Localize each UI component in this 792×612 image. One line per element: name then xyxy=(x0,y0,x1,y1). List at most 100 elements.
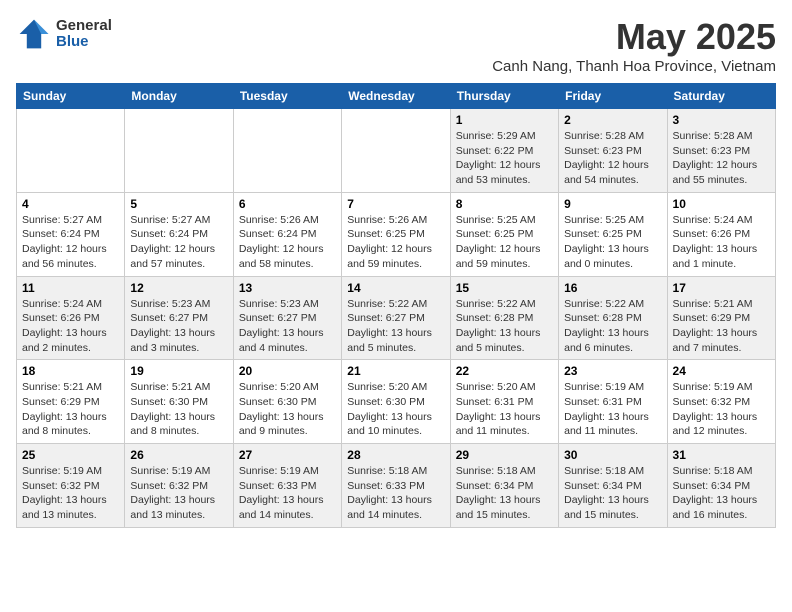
day-number: 9 xyxy=(564,197,661,211)
calendar-week-row: 4 Sunrise: 5:27 AM Sunset: 6:24 PM Daylig… xyxy=(17,192,776,276)
day-info: Sunrise: 5:19 AM Sunset: 6:32 PM Dayligh… xyxy=(22,464,119,523)
day-number: 26 xyxy=(130,448,227,462)
day-number: 11 xyxy=(22,281,119,295)
day-info: Sunrise: 5:20 AM Sunset: 6:31 PM Dayligh… xyxy=(456,380,553,439)
weekday-header: Saturday xyxy=(667,84,775,109)
day-number: 22 xyxy=(456,364,553,378)
day-number: 29 xyxy=(456,448,553,462)
day-number: 13 xyxy=(239,281,336,295)
calendar-cell xyxy=(17,109,125,193)
calendar-cell: 18 Sunrise: 5:21 AM Sunset: 6:29 PM Dayli… xyxy=(17,360,125,444)
day-number: 31 xyxy=(673,448,770,462)
calendar-cell: 28Sunrise: 5:18 AM Sunset: 6:33 PM Dayli… xyxy=(342,444,450,528)
day-info: Sunrise: 5:18 AM Sunset: 6:34 PM Dayligh… xyxy=(673,464,770,523)
calendar-cell xyxy=(125,109,233,193)
day-info: Sunrise: 5:24 AM Sunset: 6:26 PM Dayligh… xyxy=(22,297,119,356)
calendar-cell: 3 Sunrise: 5:28 AM Sunset: 6:23 PM Daylig… xyxy=(667,109,775,193)
day-info: Sunrise: 5:19 AM Sunset: 6:33 PM Dayligh… xyxy=(239,464,336,523)
calendar-cell: 22 Sunrise: 5:20 AM Sunset: 6:31 PM Dayli… xyxy=(450,360,558,444)
calendar-cell: 1Sunrise: 5:29 AM Sunset: 6:22 PM Daylig… xyxy=(450,109,558,193)
calendar-cell: 2Sunrise: 5:28 AM Sunset: 6:23 PM Daylig… xyxy=(559,109,667,193)
day-info: Sunrise: 5:27 AM Sunset: 6:24 PM Dayligh… xyxy=(130,213,227,272)
calendar-week-row: 25 Sunrise: 5:19 AM Sunset: 6:32 PM Dayli… xyxy=(17,444,776,528)
day-number: 19 xyxy=(130,364,227,378)
day-info: Sunrise: 5:24 AM Sunset: 6:26 PM Dayligh… xyxy=(673,213,770,272)
day-info: Sunrise: 5:21 AM Sunset: 6:30 PM Dayligh… xyxy=(130,380,227,439)
day-number: 30 xyxy=(564,448,661,462)
day-number: 25 xyxy=(22,448,119,462)
page-header: General Blue May 2025 Canh Nang, Thanh H… xyxy=(16,16,776,75)
calendar-header-row: SundayMondayTuesdayWednesdayThursdayFrid… xyxy=(17,84,776,109)
day-number: 3 xyxy=(673,113,770,127)
day-info: Sunrise: 5:19 AM Sunset: 6:32 PM Dayligh… xyxy=(130,464,227,523)
calendar-table: SundayMondayTuesdayWednesdayThursdayFrid… xyxy=(16,83,776,528)
day-number: 24 xyxy=(673,364,770,378)
day-info: Sunrise: 5:25 AM Sunset: 6:25 PM Dayligh… xyxy=(564,213,661,272)
title-area: May 2025 Canh Nang, Thanh Hoa Province, … xyxy=(492,16,776,75)
calendar-cell: 24Sunrise: 5:19 AM Sunset: 6:32 PM Dayli… xyxy=(667,360,775,444)
calendar-cell: 29Sunrise: 5:18 AM Sunset: 6:34 PM Dayli… xyxy=(450,444,558,528)
day-number: 5 xyxy=(130,197,227,211)
calendar-cell: 21 Sunrise: 5:20 AM Sunset: 6:30 PM Dayli… xyxy=(342,360,450,444)
logo-text: General Blue xyxy=(56,18,112,51)
calendar-week-row: 1Sunrise: 5:29 AM Sunset: 6:22 PM Daylig… xyxy=(17,109,776,193)
calendar-week-row: 18 Sunrise: 5:21 AM Sunset: 6:29 PM Dayli… xyxy=(17,360,776,444)
day-number: 20 xyxy=(239,364,336,378)
day-info: Sunrise: 5:21 AM Sunset: 6:29 PM Dayligh… xyxy=(22,380,119,439)
calendar-cell: 19 Sunrise: 5:21 AM Sunset: 6:30 PM Dayli… xyxy=(125,360,233,444)
weekday-header: Friday xyxy=(559,84,667,109)
logo-icon xyxy=(16,16,52,52)
day-number: 15 xyxy=(456,281,553,295)
day-number: 21 xyxy=(347,364,444,378)
calendar-cell: 17Sunrise: 5:21 AM Sunset: 6:29 PM Dayli… xyxy=(667,276,775,360)
day-info: Sunrise: 5:29 AM Sunset: 6:22 PM Dayligh… xyxy=(456,129,553,188)
day-info: Sunrise: 5:25 AM Sunset: 6:25 PM Dayligh… xyxy=(456,213,553,272)
calendar-cell: 13Sunrise: 5:23 AM Sunset: 6:27 PM Dayli… xyxy=(233,276,341,360)
calendar-cell: 9 Sunrise: 5:25 AM Sunset: 6:25 PM Daylig… xyxy=(559,192,667,276)
calendar-cell: 8Sunrise: 5:25 AM Sunset: 6:25 PM Daylig… xyxy=(450,192,558,276)
logo: General Blue xyxy=(16,16,112,52)
day-info: Sunrise: 5:20 AM Sunset: 6:30 PM Dayligh… xyxy=(347,380,444,439)
day-info: Sunrise: 5:22 AM Sunset: 6:28 PM Dayligh… xyxy=(456,297,553,356)
day-info: Sunrise: 5:26 AM Sunset: 6:25 PM Dayligh… xyxy=(347,213,444,272)
day-info: Sunrise: 5:27 AM Sunset: 6:24 PM Dayligh… xyxy=(22,213,119,272)
day-info: Sunrise: 5:22 AM Sunset: 6:27 PM Dayligh… xyxy=(347,297,444,356)
day-number: 4 xyxy=(22,197,119,211)
calendar-cell: 27 Sunrise: 5:19 AM Sunset: 6:33 PM Dayli… xyxy=(233,444,341,528)
calendar-cell: 6Sunrise: 5:26 AM Sunset: 6:24 PM Daylig… xyxy=(233,192,341,276)
weekday-header: Monday xyxy=(125,84,233,109)
logo-general-label: General xyxy=(56,18,112,35)
day-info: Sunrise: 5:21 AM Sunset: 6:29 PM Dayligh… xyxy=(673,297,770,356)
calendar-cell: 14 Sunrise: 5:22 AM Sunset: 6:27 PM Dayli… xyxy=(342,276,450,360)
day-number: 18 xyxy=(22,364,119,378)
day-number: 16 xyxy=(564,281,661,295)
calendar-cell xyxy=(342,109,450,193)
day-number: 27 xyxy=(239,448,336,462)
day-info: Sunrise: 5:18 AM Sunset: 6:34 PM Dayligh… xyxy=(564,464,661,523)
weekday-header: Wednesday xyxy=(342,84,450,109)
calendar-cell: 5 Sunrise: 5:27 AM Sunset: 6:24 PM Daylig… xyxy=(125,192,233,276)
calendar-cell: 31 Sunrise: 5:18 AM Sunset: 6:34 PM Dayli… xyxy=(667,444,775,528)
calendar-cell: 11 Sunrise: 5:24 AM Sunset: 6:26 PM Dayli… xyxy=(17,276,125,360)
calendar-cell: 15 Sunrise: 5:22 AM Sunset: 6:28 PM Dayli… xyxy=(450,276,558,360)
weekday-header: Sunday xyxy=(17,84,125,109)
day-number: 10 xyxy=(673,197,770,211)
calendar-cell: 4 Sunrise: 5:27 AM Sunset: 6:24 PM Daylig… xyxy=(17,192,125,276)
day-number: 28 xyxy=(347,448,444,462)
calendar-cell xyxy=(233,109,341,193)
day-number: 23 xyxy=(564,364,661,378)
day-number: 14 xyxy=(347,281,444,295)
day-number: 2 xyxy=(564,113,661,127)
day-number: 12 xyxy=(130,281,227,295)
calendar-cell: 30 Sunrise: 5:18 AM Sunset: 6:34 PM Dayli… xyxy=(559,444,667,528)
calendar-cell: 23Sunrise: 5:19 AM Sunset: 6:31 PM Dayli… xyxy=(559,360,667,444)
day-info: Sunrise: 5:28 AM Sunset: 6:23 PM Dayligh… xyxy=(673,129,770,188)
month-title: May 2025 xyxy=(492,16,776,58)
day-info: Sunrise: 5:20 AM Sunset: 6:30 PM Dayligh… xyxy=(239,380,336,439)
calendar-cell: 10 Sunrise: 5:24 AM Sunset: 6:26 PM Dayli… xyxy=(667,192,775,276)
weekday-header: Tuesday xyxy=(233,84,341,109)
location-title: Canh Nang, Thanh Hoa Province, Vietnam xyxy=(492,58,776,75)
day-number: 6 xyxy=(239,197,336,211)
calendar-cell: 20 Sunrise: 5:20 AM Sunset: 6:30 PM Dayli… xyxy=(233,360,341,444)
calendar-cell: 12Sunrise: 5:23 AM Sunset: 6:27 PM Dayli… xyxy=(125,276,233,360)
